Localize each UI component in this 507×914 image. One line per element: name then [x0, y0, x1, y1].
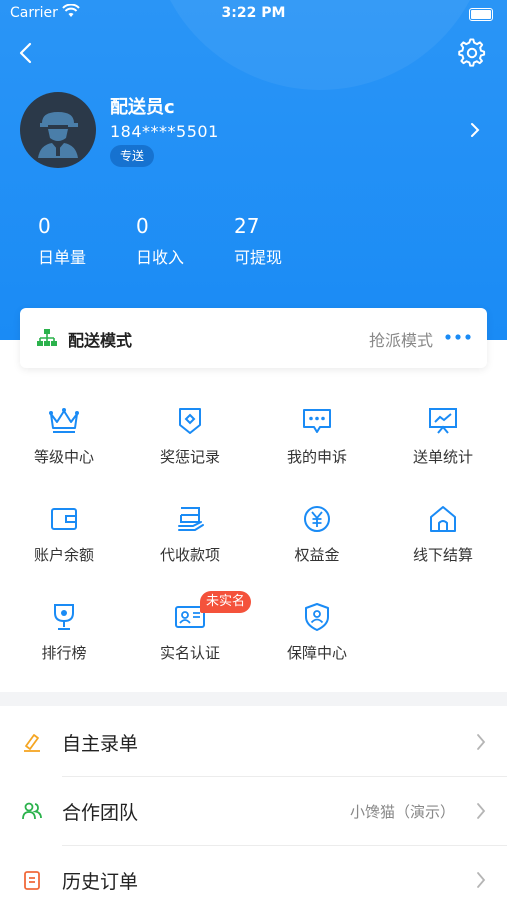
- stat-withdrawable[interactable]: 27 可提现: [234, 214, 282, 268]
- shield-user-icon: [305, 603, 329, 631]
- section-divider: [0, 692, 507, 706]
- courier-avatar-icon: [38, 112, 78, 158]
- menu-row-order-history[interactable]: 历史订单: [0, 846, 507, 914]
- chevron-right-icon: [477, 803, 486, 819]
- chevron-right-icon: [477, 872, 486, 888]
- grid-item-account-balance[interactable]: 账户余额: [1, 490, 127, 580]
- delivery-mode-value: 抢派模式: [368, 331, 433, 350]
- document-icon: [24, 871, 40, 890]
- grid-item-offline-settlement[interactable]: 线下结算: [380, 490, 506, 580]
- grid-item-level-center[interactable]: 等级中心: [1, 392, 127, 482]
- stat-daily-orders[interactable]: 0 日单量: [38, 214, 86, 268]
- grid-item-equity-fund[interactable]: 权益金: [254, 490, 380, 580]
- grid-item-label: 排行榜: [41, 644, 87, 662]
- collection-icon: [178, 507, 204, 531]
- shield-badge-icon: [179, 408, 201, 434]
- stat-value: 0: [136, 214, 149, 238]
- grid-item-label: 线下结算: [412, 546, 473, 564]
- grid-item-label: 我的申诉: [286, 448, 347, 466]
- menu-row-team[interactable]: 合作团队 小馋猫（演示）: [0, 777, 507, 845]
- stat-label: 可提现: [234, 248, 283, 267]
- grid-item-leaderboard[interactable]: 排行榜: [1, 588, 127, 678]
- trophy-icon: [54, 604, 74, 630]
- courier-name: 配送员c: [110, 97, 175, 118]
- grid-item-protection-center[interactable]: 保障中心: [254, 588, 380, 678]
- avatar[interactable]: [20, 92, 96, 168]
- grid-item-label: 代收款项: [159, 546, 220, 564]
- chat-bubble-icon: [303, 409, 331, 433]
- chevron-right-icon: [477, 734, 486, 750]
- more-dots-icon[interactable]: [443, 330, 473, 344]
- yuan-coin-icon: [304, 506, 330, 532]
- grid-item-collection[interactable]: 代收款项: [127, 490, 253, 580]
- delivery-mode-title: 配送模式: [68, 331, 133, 350]
- courier-phone: 184****5501: [110, 122, 219, 141]
- grid-item-rewards-record[interactable]: 奖惩记录: [127, 392, 253, 482]
- back-icon[interactable]: [14, 40, 40, 66]
- team-name-value: 小馋猫（演示）: [349, 803, 455, 821]
- grid-item-label: 奖惩记录: [159, 448, 220, 466]
- stat-value: 0: [38, 214, 51, 238]
- delivery-mode-card[interactable]: 配送模式 抢派模式: [20, 308, 487, 368]
- battery-icon: [469, 8, 493, 21]
- stat-label: 日收入: [136, 248, 185, 267]
- status-bar: Carrier 3:22 PM: [0, 0, 507, 30]
- org-chart-icon: [37, 329, 57, 346]
- settings-gear-icon[interactable]: [457, 38, 487, 68]
- chart-board-icon: [429, 408, 457, 434]
- grid-item-label: 权益金: [294, 546, 340, 564]
- stat-value: 27: [234, 214, 260, 238]
- service-type-badge: 专送: [110, 145, 155, 167]
- profile-header: Carrier 3:22 PM 配送员c 184****5501 专送 0 日单…: [0, 0, 507, 340]
- chevron-right-icon[interactable]: [467, 120, 483, 140]
- menu-row-label: 历史订单: [62, 871, 139, 893]
- stat-daily-income[interactable]: 0 日收入: [136, 214, 184, 268]
- stat-label: 日单量: [38, 248, 87, 267]
- crown-icon: [49, 408, 79, 433]
- team-icon: [22, 802, 42, 820]
- menu-row-label: 合作团队: [62, 802, 139, 824]
- grid-item-label: 等级中心: [33, 448, 94, 466]
- grid-item-appeals[interactable]: 我的申诉: [254, 392, 380, 482]
- home-icon: [430, 506, 456, 532]
- grid-item-label: 账户余额: [33, 546, 94, 564]
- grid-item-label: 保障中心: [286, 644, 347, 662]
- grid-item-label: 实名认证: [159, 644, 220, 662]
- wallet-icon: [51, 508, 77, 530]
- grid-item-delivery-stats[interactable]: 送单统计: [380, 392, 506, 482]
- unverified-tag: 未实名: [200, 591, 252, 613]
- grid-item-label: 送单统计: [412, 448, 473, 466]
- clock: 3:22 PM: [221, 5, 286, 21]
- menu-row-label: 自主录单: [62, 733, 139, 755]
- menu-row-manual-entry[interactable]: 自主录单: [0, 708, 507, 776]
- pen-icon: [24, 734, 40, 752]
